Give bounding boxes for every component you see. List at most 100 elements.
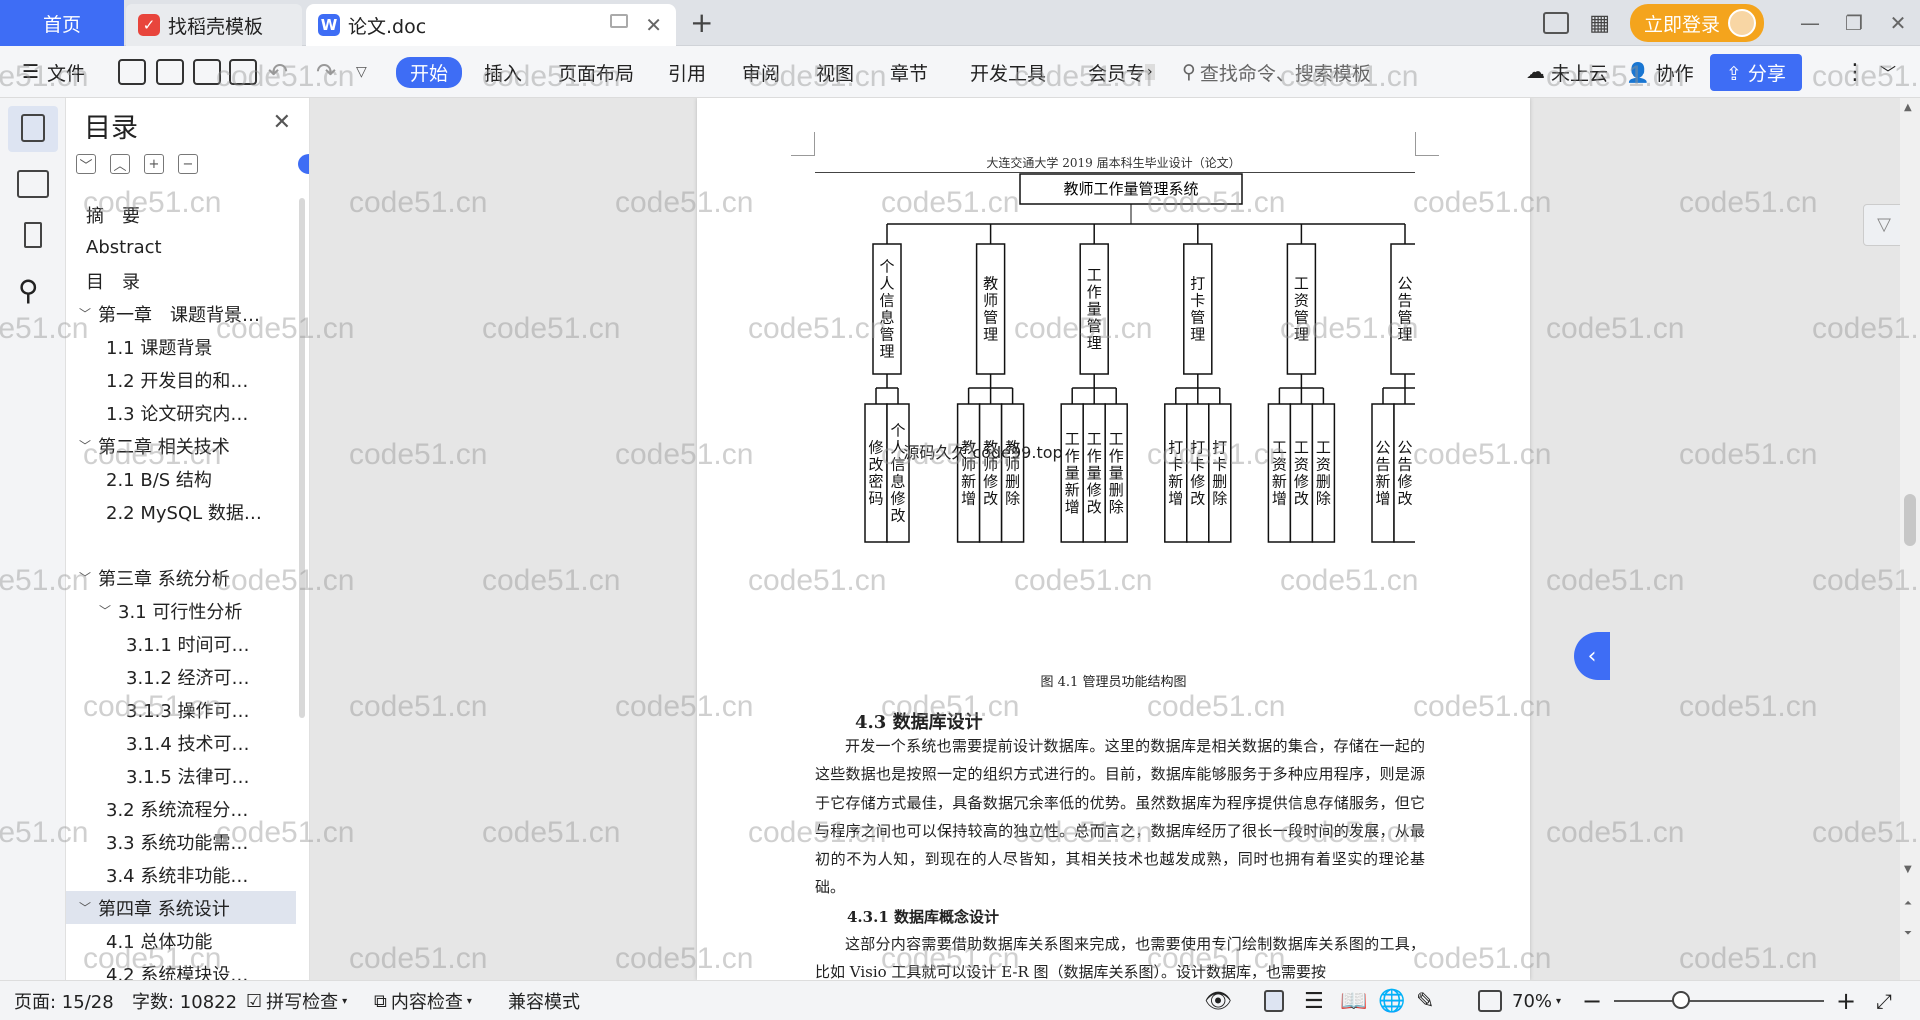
chevron-down-icon[interactable]: ﹀ (96, 602, 114, 619)
command-search[interactable]: ⚲ 查找命令、搜索模板 (1182, 46, 1371, 98)
preview-button[interactable] (229, 46, 257, 98)
tab-document[interactable]: W 论文.doc ✕ (306, 4, 676, 46)
toc-scrollbar[interactable] (299, 198, 305, 718)
print-button[interactable] (193, 46, 221, 98)
ribbon-collapse[interactable]: ﹀ (1880, 46, 1896, 98)
toc-item[interactable]: 4.1 总体功能 (66, 924, 296, 957)
outline-icon[interactable] (21, 114, 45, 142)
fit-page-icon[interactable] (1478, 981, 1502, 1020)
toc-item[interactable]: 1.3 论文研究内… (66, 396, 296, 429)
document-page[interactable]: 大连交通大学 2019 届本科生毕业设计（论文） 教师工作量管理系统 个人信息管理… (697, 98, 1530, 980)
toc-item[interactable]: 3.1.2 经济可… (66, 660, 296, 693)
quick-access-dropdown[interactable]: ▽ (356, 46, 367, 98)
spell-check-button[interactable]: ☑ 拼写检查 ▾ (246, 981, 347, 1020)
eye-protect-icon[interactable]: 👁 (1204, 981, 1232, 1020)
outline-view-icon[interactable]: ☰ (1304, 981, 1324, 1020)
window-mode-icon[interactable] (610, 14, 628, 28)
restore-icon[interactable]: ❐ (1832, 11, 1876, 35)
tab-section[interactable]: 章节 (890, 46, 928, 98)
minimize-icon[interactable]: — (1788, 11, 1832, 35)
file-menu[interactable]: ☰ 文件 (22, 46, 85, 98)
expand-all-icon[interactable]: ︿ (110, 154, 130, 174)
scroll-up-icon[interactable]: ▲ (1904, 102, 1912, 113)
toc-item[interactable]: 2.1 B/S 结构 (66, 462, 296, 495)
tab-start[interactable]: 开始 (396, 46, 463, 98)
tab-references[interactable]: 引用 (668, 46, 706, 98)
collab-button[interactable]: 👤 协作 (1626, 46, 1694, 98)
undo-button[interactable]: ↶ (268, 46, 288, 98)
chevron-down-icon[interactable]: ﹀ (76, 569, 94, 586)
chevron-down-icon[interactable]: ﹀ (76, 437, 94, 454)
share-button[interactable]: ⇪ 分享 (1710, 46, 1802, 98)
tab-home[interactable]: 首页 (0, 0, 124, 46)
content-check-button[interactable]: ⧉ 内容检查 ▾ (374, 981, 472, 1020)
page-view-icon[interactable] (1264, 981, 1284, 1020)
new-tab-button[interactable]: + (690, 6, 713, 39)
tab-review[interactable]: 审阅 (742, 46, 780, 98)
save-button[interactable] (118, 46, 146, 98)
toc-item[interactable]: 3.1.3 操作可… (66, 693, 296, 726)
page-up-icon[interactable]: ▼ (1904, 864, 1912, 875)
write-mode-icon[interactable]: ✎ (1416, 981, 1434, 1020)
scrollbar-thumb[interactable] (1904, 494, 1916, 546)
side-tool-button[interactable]: ▽ (1863, 204, 1900, 246)
reading-view-icon[interactable]: 📖 (1340, 981, 1367, 1020)
prev-page-icon[interactable]: ⏶ (1904, 898, 1912, 909)
tab-template[interactable]: ✓ 找稻壳模板 (126, 4, 302, 46)
toc-item[interactable]: 3.1.5 法律可… (66, 759, 296, 792)
bookmark-icon[interactable] (24, 222, 42, 248)
collapse-all-icon[interactable]: ﹀ (76, 154, 96, 174)
apps-grid-icon[interactable]: ▦ (1589, 11, 1610, 36)
toc-item[interactable]: ﹀ 第四章 系统设计 (66, 891, 296, 924)
toc-item[interactable]: 1.2 开发目的和… (66, 363, 296, 396)
toc-item[interactable]: ﹀ 第三章 系统分析 (66, 561, 296, 594)
more-button[interactable]: ⋮ (1844, 46, 1866, 98)
toc-item[interactable]: ﹀ 第一章 课题背景… (66, 297, 296, 330)
redo-button[interactable]: ↷ (316, 46, 336, 98)
toc-item[interactable]: Abstract (66, 231, 296, 264)
cloud-status[interactable]: ☁ 未上云 (1526, 46, 1608, 98)
toc-item[interactable]: ﹀ 第二章 相关技术 (66, 429, 296, 462)
fullscreen-icon[interactable]: ⤢ (1876, 981, 1892, 1020)
zoom-in-icon[interactable]: + (1836, 981, 1856, 1020)
tab-developer[interactable]: 开发工具 (970, 46, 1046, 98)
remove-level-icon[interactable]: − (178, 154, 198, 174)
toc-item[interactable]: ﹀ 3.1 可行性分析 (66, 594, 296, 627)
zoom-slider-knob[interactable] (1672, 991, 1690, 1009)
toc-item[interactable]: 1.1 课题背景 (66, 330, 296, 363)
toc-item[interactable]: 3.1.4 技术可… (66, 726, 296, 759)
word-count[interactable]: 字数: 10822 (132, 981, 237, 1020)
tab-insert[interactable]: 插入 (484, 46, 522, 98)
toc-item[interactable]: 2.2 MySQL 数据… (66, 495, 296, 528)
tab-view[interactable]: 视图 (816, 46, 854, 98)
tab-member[interactable]: 会员专 › (1088, 46, 1155, 98)
search-icon[interactable]: ⚲ (18, 274, 39, 307)
login-button[interactable]: 立即登录 (1629, 4, 1764, 42)
add-level-icon[interactable]: + (144, 154, 164, 174)
close-icon[interactable]: ✕ (273, 110, 291, 135)
close-window-icon[interactable]: ✕ (1876, 11, 1920, 35)
toc-item[interactable]: 3.2 系统流程分… (66, 792, 296, 825)
vertical-scrollbar[interactable]: ▲ ▼ ⏶ ⏷ (1900, 98, 1920, 980)
toc-item[interactable]: 4.2 系统模块设… (66, 957, 296, 981)
navigation-pane-icon[interactable] (17, 170, 49, 198)
web-view-icon[interactable]: 🌐 (1378, 981, 1405, 1020)
next-page-icon[interactable]: ⏷ (1904, 928, 1912, 939)
toc-item[interactable] (66, 528, 296, 561)
zoom-level[interactable]: 70% ▾ (1512, 981, 1561, 1020)
toc-item[interactable]: 3.1.1 时间可… (66, 627, 296, 660)
toc-item[interactable]: 3.4 系统非功能… (66, 858, 296, 891)
zoom-slider-track[interactable] (1614, 1000, 1824, 1002)
close-tab-icon[interactable]: ✕ (645, 13, 662, 37)
chevron-down-icon[interactable]: ﹀ (76, 899, 94, 916)
smart-toc-icon[interactable] (298, 154, 309, 174)
export-button[interactable] (156, 46, 184, 98)
chevron-down-icon[interactable]: ﹀ (76, 305, 94, 322)
zoom-out-icon[interactable]: − (1582, 981, 1602, 1020)
tab-page-layout[interactable]: 页面布局 (558, 46, 634, 98)
reading-mode-icon[interactable] (1543, 12, 1570, 34)
toc-item[interactable]: 摘 要 (66, 198, 296, 231)
page-count[interactable]: 页面: 15/28 (14, 981, 114, 1020)
toc-item[interactable]: 目 录 (66, 264, 296, 297)
toc-item[interactable]: 3.3 系统功能需… (66, 825, 296, 858)
